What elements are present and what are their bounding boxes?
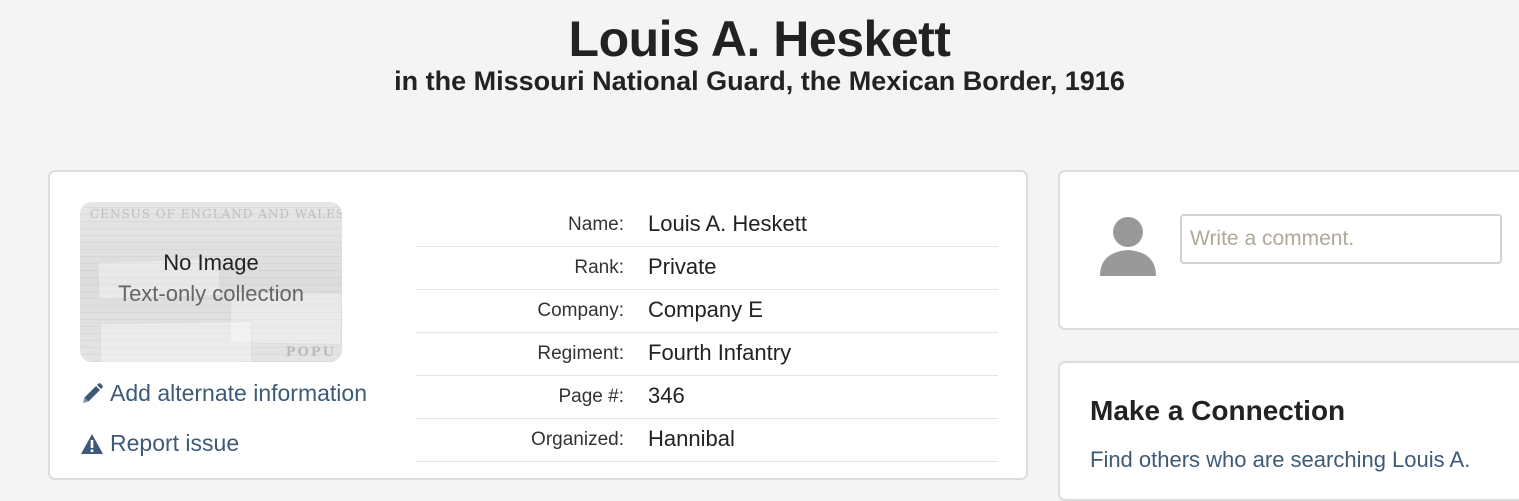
make-connection-title: Make a Connection [1090,395,1346,426]
field-value: Hannibal [648,426,735,451]
thumbnail-paper-scrap [99,320,253,362]
field-value: Louis A. Heskett [648,211,807,236]
field-value: Private [648,254,717,279]
add-alternate-info-label: Add alternate information [110,380,367,406]
make-connection-link[interactable]: Find others who are searching Louis A. [1090,447,1470,473]
text-only-label: Text-only collection [118,281,304,306]
add-alternate-info-link[interactable]: Add alternate information [80,380,367,407]
report-issue-label: Report issue [110,430,240,456]
field-label: Page #: [558,386,625,407]
make-connection-card: Make a Connection Find others who are se… [1058,361,1519,501]
thumbnail-census-heading: CENSUS OF ENGLAND AND WALES. [90,207,342,221]
comment-card [1058,170,1519,330]
record-fields: Name: Louis A. Heskett Rank: Private Com… [416,204,998,462]
record-card: CENSUS OF ENGLAND AND WALES. POPU No Ima… [48,170,1028,480]
report-issue-link[interactable]: Report issue [80,430,239,457]
field-row-rank: Rank: Private [416,247,998,290]
record-thumbnail[interactable]: CENSUS OF ENGLAND AND WALES. POPU No Ima… [80,202,342,362]
field-value: 346 [648,383,685,408]
field-row-regiment: Regiment: Fourth Infantry [416,333,998,376]
field-value: Company E [648,297,763,322]
user-avatar-icon [1098,212,1158,278]
page-subtitle: in the Missouri National Guard, the Mexi… [394,66,1125,96]
comment-input[interactable] [1180,214,1502,264]
field-row-organized: Organized: Hannibal [416,419,998,462]
page-title: Louis A. Heskett [568,11,951,67]
field-label: Regiment: [537,343,624,364]
field-value: Fourth Infantry [648,340,792,365]
pencil-icon [80,382,104,406]
field-label: Rank: [574,257,624,278]
field-label: Organized: [531,429,624,450]
field-label: Company: [537,300,624,321]
field-label: Name: [568,214,624,235]
field-row-company: Company: Company E [416,290,998,333]
field-row-name: Name: Louis A. Heskett [416,204,998,247]
field-row-page: Page #: 346 [416,376,998,419]
warning-icon [80,433,104,455]
no-image-label: No Image [163,250,259,275]
thumbnail-popu-text: POPU [285,345,336,360]
